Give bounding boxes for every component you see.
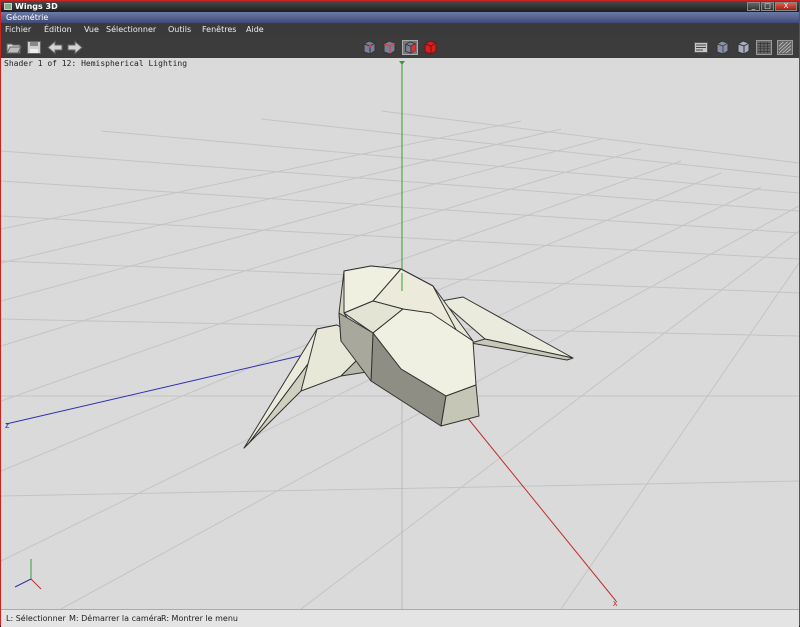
face-mode-icon[interactable]: [402, 40, 418, 55]
grid-toggle-icon[interactable]: [777, 40, 793, 55]
status-bar: L: Sélectionner M: Démarrer la caméra R:…: [1, 609, 799, 627]
info-panel-icon[interactable]: [693, 40, 709, 55]
wings3d-window: Wings 3D _ □ X Géométrie Fichier Édition…: [0, 0, 800, 627]
flat-shading-icon[interactable]: [735, 40, 751, 55]
minimize-button[interactable]: _: [747, 2, 760, 11]
orientation-gizmo: [14, 559, 42, 590]
status-right-click: R: Montrer le menu: [161, 614, 238, 623]
geometry-label: Géométrie: [6, 13, 49, 22]
app-icon: [4, 3, 12, 10]
menu-aide[interactable]: Aide: [246, 23, 264, 37]
status-left-click: L: Sélectionner: [6, 614, 66, 623]
x-axis-line: [465, 415, 617, 602]
window-title: Wings 3D: [15, 2, 58, 11]
smooth-shading-icon[interactable]: [714, 40, 730, 55]
save-icon[interactable]: [26, 40, 42, 55]
x-axis-label: x: [613, 598, 618, 608]
edge-mode-icon[interactable]: [381, 40, 397, 55]
maximize-button[interactable]: □: [761, 2, 774, 11]
shader-info-label: Shader 1 of 12: Hemispherical Lighting: [4, 59, 188, 68]
undo-arrow-icon[interactable]: [47, 40, 63, 55]
status-middle-click: M: Démarrer la caméra: [69, 614, 162, 623]
menu-vue[interactable]: Vue: [84, 23, 99, 37]
menu-bar: Fichier Édition Vue Sélectionner Outils …: [1, 23, 799, 37]
y-axis-tip: [399, 61, 405, 65]
title-bar[interactable]: Wings 3D _ □ X: [1, 1, 799, 12]
menu-fenetres[interactable]: Fenêtres: [202, 23, 236, 37]
redo-arrow-icon[interactable]: [67, 40, 83, 55]
scene-canvas[interactable]: z x: [1, 58, 799, 609]
close-button[interactable]: X: [775, 2, 797, 11]
z-axis-label: z: [5, 420, 10, 430]
3d-viewport[interactable]: z x Shader 1 of 12: Hemispherical Lighti…: [1, 58, 799, 609]
geometry-window-bar[interactable]: Géométrie: [1, 12, 799, 23]
menu-selectionner[interactable]: Sélectionner: [106, 23, 156, 37]
wireframe-icon[interactable]: [756, 40, 772, 55]
vertex-mode-icon[interactable]: [361, 40, 377, 55]
menu-edition[interactable]: Édition: [44, 23, 72, 37]
open-folder-icon[interactable]: [6, 40, 22, 55]
toolbar: [1, 37, 799, 59]
menu-fichier[interactable]: Fichier: [5, 23, 31, 37]
body-mode-icon[interactable]: [422, 40, 438, 55]
menu-outils[interactable]: Outils: [168, 23, 191, 37]
